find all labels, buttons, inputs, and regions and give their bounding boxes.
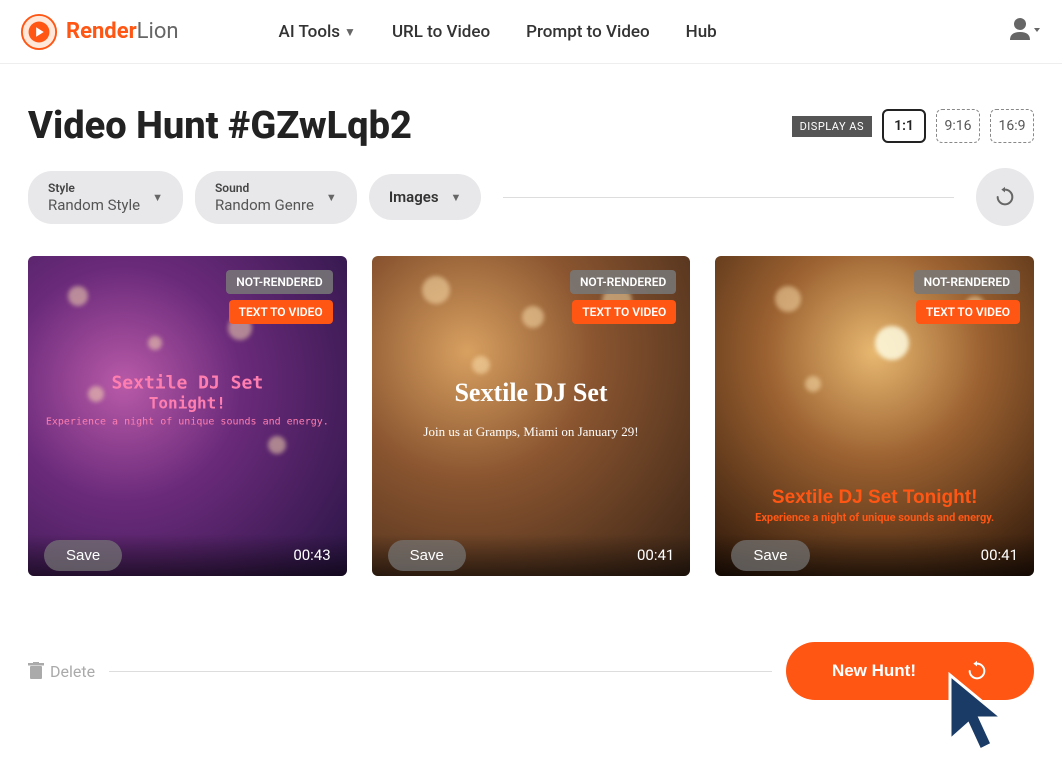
filter-sound[interactable]: Sound Random Genre ▼	[195, 171, 357, 224]
video-card[interactable]: NOT-RENDERED TEXT TO VIDEO Sextile DJ Se…	[372, 256, 691, 576]
trash-icon	[28, 662, 44, 680]
badge-not-rendered: NOT-RENDERED	[226, 270, 332, 294]
new-hunt-button[interactable]: New Hunt!	[786, 642, 1034, 700]
caret-down-icon: ▼	[152, 191, 163, 204]
ratio-16-9[interactable]: 16:9	[990, 109, 1034, 143]
ratio-9-16[interactable]: 9:16	[936, 109, 980, 143]
duration-label: 00:41	[981, 546, 1018, 564]
nav-url-to-video-label: URL to Video	[392, 22, 490, 42]
video-card[interactable]: NOT-RENDERED TEXT TO VIDEO Sextile DJ Se…	[28, 256, 347, 576]
card-footer: Save 00:43	[28, 534, 347, 576]
nav-url-to-video[interactable]: URL to Video	[392, 22, 490, 42]
delete-label: Delete	[50, 662, 95, 681]
refresh-icon	[994, 186, 1016, 208]
display-as-group: DISPLAY AS 1:1 9:16 16:9	[792, 109, 1034, 143]
filter-images[interactable]: Images ▼	[369, 174, 482, 220]
new-hunt-label: New Hunt!	[832, 661, 916, 681]
card-footer: Save 00:41	[372, 534, 691, 576]
logo[interactable]: RenderLion	[20, 13, 179, 51]
card-overlay-text: Sextile DJ Set Tonight! Experience a nig…	[44, 373, 331, 428]
nav-prompt-to-video[interactable]: Prompt to Video	[526, 22, 650, 42]
badge-not-rendered: NOT-RENDERED	[570, 270, 676, 294]
nav-ai-tools[interactable]: AI Tools ▼	[279, 22, 356, 42]
bottom-bar: Delete New Hunt!	[28, 642, 1034, 700]
card-subtitle: Experience a night of unique sounds and …	[44, 417, 331, 428]
filter-style[interactable]: Style Random Style ▼	[28, 171, 183, 224]
nav-hub-label: Hub	[686, 22, 717, 42]
page-header: Video Hunt #GZwLqb2 DISPLAY AS 1:1 9:16 …	[0, 64, 1062, 168]
display-as-label: DISPLAY AS	[792, 116, 872, 137]
nav-hub[interactable]: Hub	[686, 22, 717, 42]
refresh-button[interactable]	[976, 168, 1034, 226]
card-footer: Save 00:41	[715, 534, 1034, 576]
card-title-line2: Tonight!	[44, 394, 331, 413]
card-overlay-text: Sextile DJ Set Join us at Gramps, Miami …	[388, 378, 675, 440]
caret-down-icon: ▼	[344, 25, 356, 39]
filter-style-value: Random Style	[48, 196, 140, 214]
card-overlay-text: Sextile DJ Set Tonight! Experience a nig…	[728, 487, 1021, 524]
filter-style-label: Style	[48, 181, 140, 195]
duration-label: 00:41	[637, 546, 674, 564]
badge-text-to-video: TEXT TO VIDEO	[572, 300, 676, 324]
filters-row: Style Random Style ▼ Sound Random Genre …	[0, 168, 1062, 226]
card-badges: NOT-RENDERED TEXT TO VIDEO	[914, 270, 1020, 324]
nav-ai-tools-label: AI Tools	[279, 22, 341, 42]
logo-text: RenderLion	[66, 19, 179, 44]
user-menu[interactable]	[1008, 16, 1042, 48]
card-title-line1: Sextile DJ Set	[44, 373, 331, 394]
video-cards: NOT-RENDERED TEXT TO VIDEO Sextile DJ Se…	[0, 256, 1062, 576]
filter-images-label: Images	[389, 188, 439, 206]
card-subtitle: Join us at Gramps, Miami on January 29!	[388, 424, 675, 440]
filter-sound-label: Sound	[215, 181, 314, 195]
nav-prompt-to-video-label: Prompt to Video	[526, 22, 650, 42]
caret-down-icon: ▼	[451, 191, 462, 204]
save-button[interactable]: Save	[388, 540, 466, 571]
filter-sound-value: Random Genre	[215, 196, 314, 214]
caret-down-icon: ▼	[326, 191, 337, 204]
badge-text-to-video: TEXT TO VIDEO	[229, 300, 333, 324]
ratio-1-1[interactable]: 1:1	[882, 109, 926, 143]
card-badges: NOT-RENDERED TEXT TO VIDEO	[570, 270, 676, 324]
page-title: Video Hunt #GZwLqb2	[28, 104, 412, 148]
video-card[interactable]: NOT-RENDERED TEXT TO VIDEO Sextile DJ Se…	[715, 256, 1034, 576]
card-badges: NOT-RENDERED TEXT TO VIDEO	[226, 270, 332, 324]
badge-text-to-video: TEXT TO VIDEO	[916, 300, 1020, 324]
delete-button[interactable]: Delete	[28, 662, 95, 681]
badge-not-rendered: NOT-RENDERED	[914, 270, 1020, 294]
refresh-icon	[966, 660, 988, 682]
duration-label: 00:43	[293, 546, 330, 564]
divider	[109, 671, 772, 672]
logo-icon	[20, 13, 58, 51]
user-icon	[1008, 16, 1042, 44]
save-button[interactable]: Save	[731, 540, 809, 571]
divider	[503, 197, 954, 198]
save-button[interactable]: Save	[44, 540, 122, 571]
card-title: Sextile DJ Set	[388, 378, 675, 408]
header-bar: RenderLion AI Tools ▼ URL to Video Promp…	[0, 0, 1062, 64]
card-subtitle: Experience a night of unique sounds and …	[728, 511, 1021, 524]
main-nav: AI Tools ▼ URL to Video Prompt to Video …	[279, 22, 717, 42]
card-title: Sextile DJ Set Tonight!	[728, 487, 1021, 509]
